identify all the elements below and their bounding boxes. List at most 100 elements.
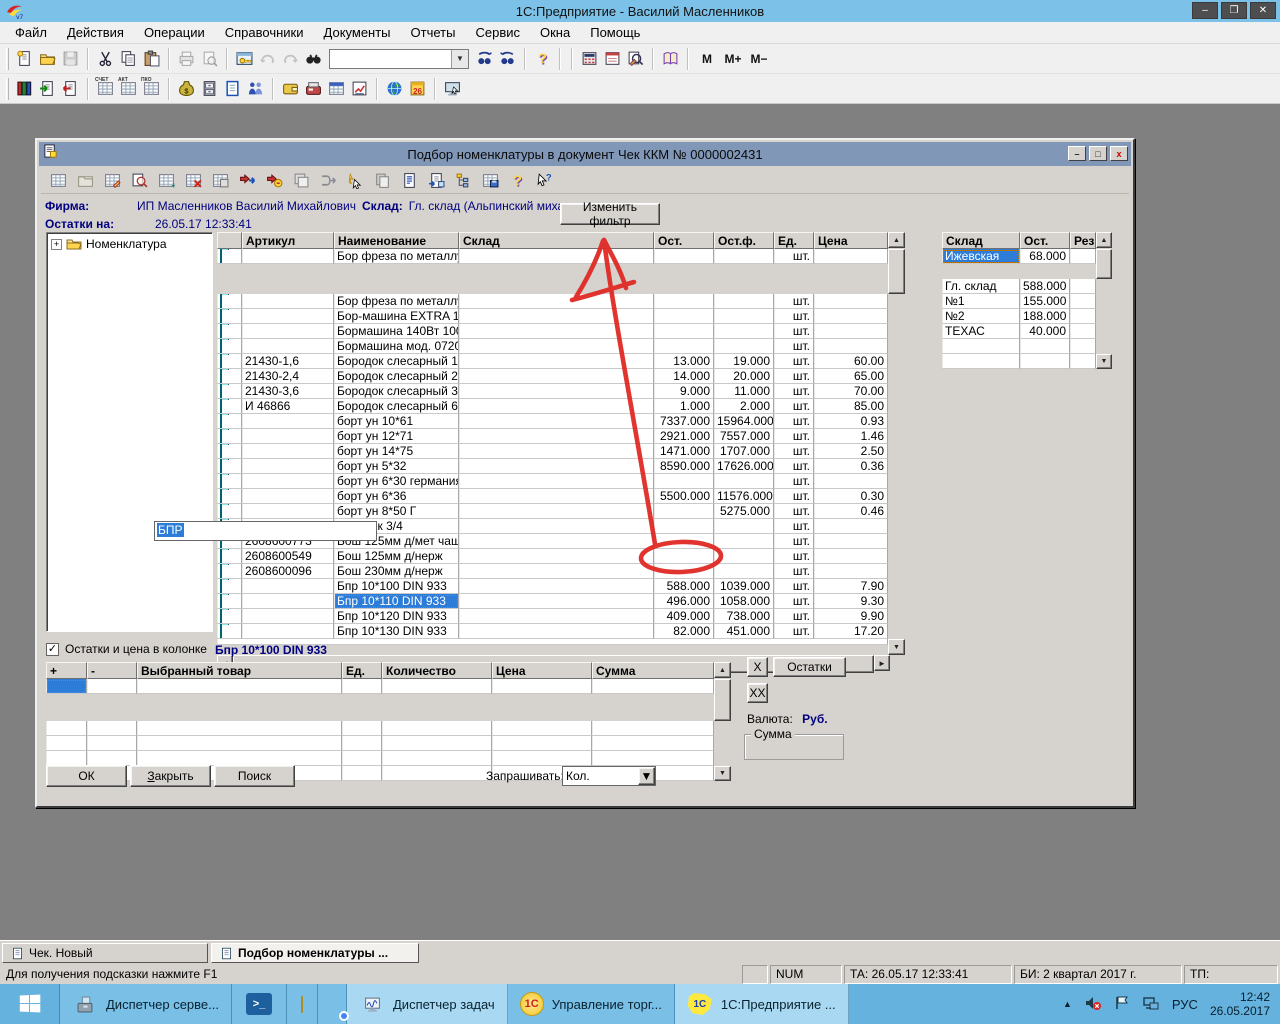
- zoom-edit-icon[interactable]: [624, 47, 647, 70]
- wh-scroll-thumb[interactable]: [1096, 249, 1112, 279]
- memory-М−-button[interactable]: М−: [746, 52, 772, 66]
- table-row[interactable]: И 46866Бородок слесарный 6,31.0002.000шт…: [217, 399, 907, 414]
- warehouse-row[interactable]: Гл. склад588.000: [942, 279, 1112, 294]
- start-button[interactable]: [0, 984, 60, 1024]
- column-6[interactable]: Ед.: [774, 232, 814, 249]
- ask-combobox-dropdown-icon[interactable]: ▼: [638, 767, 655, 785]
- rest-price-checkbox[interactable]: ✓: [46, 643, 59, 656]
- tree-node-nomenclature[interactable]: + Номенклатура: [47, 233, 212, 251]
- change-filter-button[interactable]: Изменить фильтр: [560, 203, 660, 225]
- cabinet-icon[interactable]: [198, 77, 221, 100]
- menu-сервис[interactable]: Сервис: [466, 23, 529, 42]
- menu-отчеты[interactable]: Отчеты: [402, 23, 465, 42]
- toolbar-combobox[interactable]: ▼: [329, 49, 469, 69]
- grid-edit-icon[interactable]: [101, 169, 124, 192]
- warehouse-row[interactable]: Ижевская68.000: [942, 249, 1112, 279]
- calculator-icon[interactable]: [578, 47, 601, 70]
- column-5[interactable]: Ост.ф.: [714, 232, 774, 249]
- column-1[interactable]: Артикул: [242, 232, 334, 249]
- rest-button[interactable]: Остатки: [773, 657, 846, 677]
- help-icon[interactable]: ??: [506, 169, 529, 192]
- language-indicator[interactable]: РУС: [1172, 997, 1198, 1012]
- table-row[interactable]: Бпр 10*130 DIN 93382.000451.000шт.17.20: [217, 624, 907, 639]
- table-row[interactable]: 21430-3,6Бородок слесарный 3,69.00011.00…: [217, 384, 907, 399]
- sel-column-5[interactable]: Количество: [382, 662, 492, 679]
- view-search-icon[interactable]: [128, 169, 151, 192]
- cell-name[interactable]: Бородок слесарный 2,4: [334, 369, 459, 384]
- tree-expand-icon[interactable]: +: [51, 239, 62, 250]
- table-row[interactable]: 2608600096Бош 230мм д/нержшт.: [217, 564, 907, 579]
- warehouse-row[interactable]: [942, 339, 1112, 354]
- sel-goods-row[interactable]: [46, 721, 732, 736]
- table-row[interactable]: борт ун 6*30 германияшт.: [217, 474, 907, 489]
- new-document-icon[interactable]: [13, 47, 36, 70]
- cell-name[interactable]: борт ун 8*50 Г: [334, 504, 459, 519]
- cell-name[interactable]: Бормашина 140Вт 100п: [334, 324, 459, 339]
- search-button[interactable]: Поиск: [214, 765, 295, 787]
- warehouse-row[interactable]: ТЕХАС40.000: [942, 324, 1112, 339]
- cell-name[interactable]: Бош 125мм д/нерж: [334, 549, 459, 564]
- money-bag-icon[interactable]: $: [175, 77, 198, 100]
- cell-name[interactable]: Бор фреза по металлу (: [334, 294, 459, 309]
- clear-row-button[interactable]: X: [747, 657, 768, 677]
- taskbar-app-powershell-icon[interactable]: >_: [232, 984, 287, 1024]
- book-icon[interactable]: [659, 47, 682, 70]
- sel-column-2[interactable]: -: [87, 662, 137, 679]
- cell-name[interactable]: Бор фреза по металлу (: [334, 249, 459, 264]
- warehouse-row[interactable]: №1155.000: [942, 294, 1112, 309]
- wallet-icon[interactable]: [279, 77, 302, 100]
- sel-column-1[interactable]: +: [46, 662, 87, 679]
- menu-действия[interactable]: Действия: [58, 23, 133, 42]
- cell-name[interactable]: Бородок слесарный 6,3: [334, 399, 459, 414]
- grid-folder-icon[interactable]: [74, 169, 97, 192]
- table-row[interactable]: 2608600549Бош 125мм д/нержшт.: [217, 549, 907, 564]
- warehouse-table[interactable]: СкладОст.Рез.▲Ижевская68.000Гл. склад588…: [942, 232, 1112, 354]
- hierarchy-icon[interactable]: [452, 169, 475, 192]
- wh-scroll-up[interactable]: ▲: [1096, 232, 1112, 248]
- pko-doc-icon[interactable]: ПКО: [140, 77, 163, 100]
- cell-name[interactable]: борт ун 6*30 германия: [334, 474, 459, 489]
- device-icon[interactable]: [302, 77, 325, 100]
- open-folder-icon[interactable]: [36, 47, 59, 70]
- cell-name[interactable]: Бородок слесарный 3,6: [334, 384, 459, 399]
- memory-М-button[interactable]: М: [694, 52, 720, 66]
- blue-doc-icon[interactable]: [221, 77, 244, 100]
- table-scroll-down[interactable]: ▼: [888, 639, 905, 655]
- network-icon[interactable]: [1142, 995, 1160, 1014]
- access-key-icon[interactable]: [233, 47, 256, 70]
- menu-файл[interactable]: Файл: [6, 23, 56, 42]
- nomenclature-table[interactable]: АртикулНаименованиеСкладОст.Ост.ф.Ед.Цен…: [217, 232, 907, 634]
- schet-doc-icon[interactable]: СЧЕТ: [94, 77, 117, 100]
- cut-icon[interactable]: [94, 47, 117, 70]
- cell-name[interactable]: Бор-машина EXTRA 135: [334, 309, 459, 324]
- table-row[interactable]: борт ун 12*712921.0007557.000шт.1.46: [217, 429, 907, 444]
- quick-search-input[interactable]: БПР: [154, 521, 377, 541]
- table-row[interactable]: Бпр 10*110 DIN 933496.0001058.000шт.9.30: [217, 594, 907, 609]
- chart-icon[interactable]: [348, 77, 371, 100]
- doc-out-icon[interactable]: [59, 77, 82, 100]
- cell-name[interactable]: Бпр 10*100 DIN 933: [334, 579, 459, 594]
- toolbar-combobox-dropdown-icon[interactable]: ▼: [451, 50, 468, 68]
- people-icon[interactable]: [244, 77, 267, 100]
- sel-goods-row[interactable]: [46, 736, 732, 751]
- table-row[interactable]: Бор фреза по металлу (шт.: [217, 294, 907, 309]
- grid-copy-icon[interactable]: [209, 169, 232, 192]
- grid-add-icon[interactable]: +: [155, 169, 178, 192]
- column-7[interactable]: Цена: [814, 232, 888, 249]
- memory-М+-button[interactable]: М+: [720, 52, 746, 66]
- cell-name[interactable]: борт ун 5*32: [334, 459, 459, 474]
- globe-icon[interactable]: [383, 77, 406, 100]
- dialog-minimize-button[interactable]: –: [1068, 146, 1086, 161]
- taskbar-app-управление-торг-[interactable]: 1СУправление торг...: [508, 984, 675, 1024]
- table-row[interactable]: 21430-1,6Бородок слесарный 1,613.00019.0…: [217, 354, 907, 369]
- sel-column-7[interactable]: Сумма: [592, 662, 714, 679]
- table-row[interactable]: Бор-машина EXTRA 135шт.: [217, 309, 907, 324]
- app-restore-button[interactable]: ❐: [1221, 2, 1247, 19]
- find-icon[interactable]: [302, 47, 325, 70]
- cell-name[interactable]: Бормашина мод. 07205: [334, 339, 459, 354]
- app-minimize-button[interactable]: –: [1192, 2, 1218, 19]
- wh-column-2[interactable]: Ост.: [1020, 232, 1070, 249]
- dialog-restore-button[interactable]: □: [1089, 146, 1107, 161]
- context-help-icon[interactable]: ?: [533, 169, 556, 192]
- cell-name[interactable]: борт ун 6*36: [334, 489, 459, 504]
